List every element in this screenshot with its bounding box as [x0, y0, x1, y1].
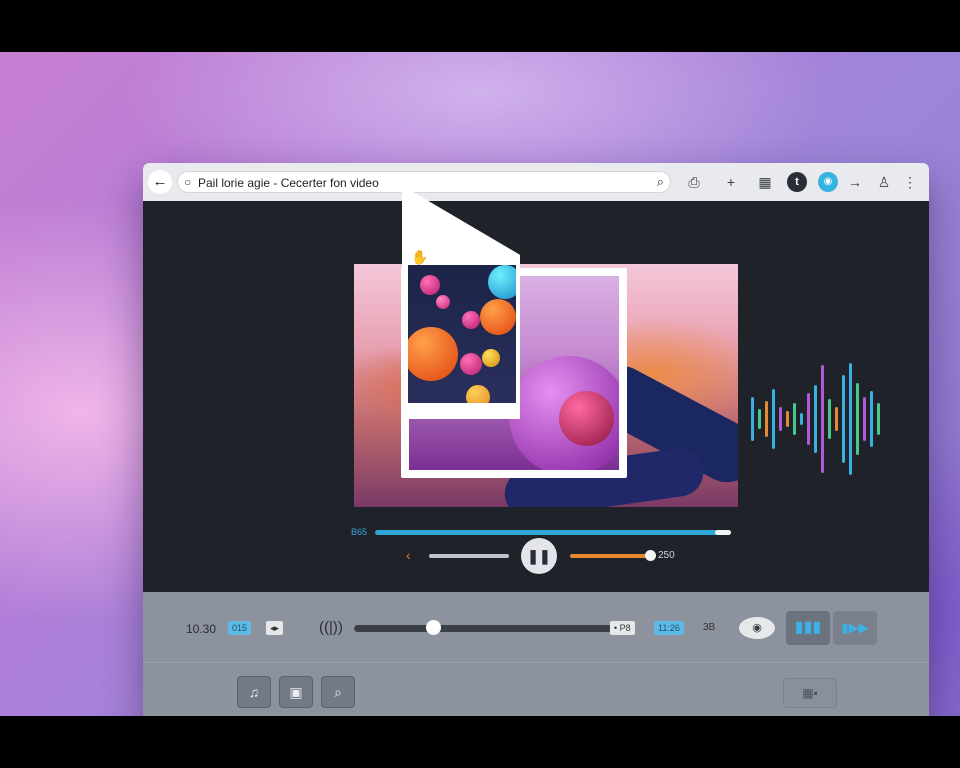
preview-sphere: [480, 299, 516, 335]
duration-chip: 11:26: [654, 621, 684, 635]
seek-slider[interactable]: [354, 625, 612, 632]
waveform-bar: [814, 385, 817, 453]
panel-divider: [143, 662, 929, 663]
volume-knob[interactable]: [645, 550, 656, 561]
waveform-bar: [870, 391, 873, 447]
preview-sphere: [408, 327, 458, 381]
waveform-bar: [807, 393, 810, 445]
waveform-bar: [800, 413, 803, 425]
preview-sphere: [420, 275, 440, 295]
address-text: Pail lorie agie - Cecerter fon video: [198, 176, 379, 190]
back-arrow-icon[interactable]: ←: [148, 170, 172, 194]
preview-sphere: [488, 265, 516, 299]
eye-icon[interactable]: ◉: [739, 617, 775, 639]
clock-icon[interactable]: t: [787, 172, 807, 192]
seek-knob[interactable]: [426, 620, 441, 635]
volume-slider[interactable]: [570, 554, 650, 558]
forward-icon[interactable]: →: [845, 172, 865, 192]
preview-sphere: [466, 385, 490, 403]
waveform-bar: [835, 407, 838, 431]
waveform-bar: [758, 409, 761, 429]
share-icon[interactable]: ⎙: [684, 172, 704, 192]
layout-grid-button[interactable]: ▦▪: [783, 678, 837, 708]
thumbnail-sphere: [559, 391, 614, 446]
document-preview-card[interactable]: ✋: [402, 191, 520, 419]
search-icon[interactable]: ⌕: [657, 174, 664, 190]
desktop-background: ← ○ Pail lorie agie - Cecerter fon video…: [0, 52, 960, 716]
speed-chip[interactable]: 015: [228, 621, 252, 635]
browser-toolbar: ← ○ Pail lorie agie - Cecerter fon video…: [143, 163, 929, 201]
app-window: ← ○ Pail lorie agie - Cecerter fon video…: [143, 163, 929, 716]
pause-button[interactable]: ❚❚: [521, 538, 557, 574]
waveform-bar: [828, 399, 831, 439]
preview-sphere: [462, 311, 480, 329]
quality-chip[interactable]: • P8: [610, 621, 635, 635]
waveform-bar: [842, 375, 845, 463]
waveform-bar: [877, 403, 880, 435]
time-readout: 10.30: [186, 622, 217, 636]
profile-icon[interactable]: ♙: [874, 172, 894, 192]
search-icon: ○: [184, 175, 192, 189]
hand-icon: ✋: [411, 249, 429, 265]
add-icon[interactable]: +: [721, 172, 741, 192]
skip-forward-button[interactable]: ▮▶▶: [833, 611, 877, 645]
waveform-bar: [786, 411, 789, 427]
music-note-icon[interactable]: ♫: [237, 676, 271, 708]
preview-sphere: [460, 353, 482, 375]
waveform-bar: [856, 383, 859, 455]
rewind-track[interactable]: [429, 554, 509, 558]
waveform-bar: [821, 365, 824, 473]
preview-image: [408, 265, 516, 403]
zoom-icon[interactable]: ⌕: [321, 676, 355, 708]
preview-sphere: [482, 349, 500, 367]
waveform-bar: [863, 397, 866, 441]
folder-icon[interactable]: ▣: [279, 676, 313, 708]
preview-sphere: [436, 295, 450, 309]
audio-waves-icon[interactable]: ((|)): [319, 617, 343, 639]
progress-bar[interactable]: [375, 530, 731, 535]
address-bar[interactable]: ○ Pail lorie agie - Cecerter fon video ⌕: [177, 171, 671, 193]
waveform-bar: [779, 407, 782, 431]
waveform-bar: [751, 397, 754, 441]
equalizer-button[interactable]: ▮▮▮: [786, 611, 830, 645]
video-player: ✋ B65 ‹ ❚❚ 250: [143, 191, 929, 592]
progress-label: B65: [351, 527, 368, 537]
mode-chip[interactable]: 3B: [699, 621, 719, 635]
waveform-bar: [772, 389, 775, 449]
audio-waveform: [751, 363, 891, 475]
waveform-bar: [849, 363, 852, 475]
previous-icon[interactable]: ‹: [406, 547, 411, 563]
extension-icon[interactable]: ◉: [818, 172, 838, 192]
waveform-bar: [765, 401, 768, 437]
progress-remaining: [715, 530, 731, 535]
volume-label: 250: [658, 550, 675, 561]
control-panel: 10.30 015 ◂▸ ((|)) • P8 11:26 3B ◉ ▮▮▮ ▮…: [143, 592, 929, 716]
frame-step-chip[interactable]: ◂▸: [266, 621, 284, 635]
more-icon[interactable]: ⋮: [900, 172, 920, 192]
grid-icon[interactable]: ▦: [755, 172, 775, 192]
waveform-bar: [793, 403, 796, 435]
